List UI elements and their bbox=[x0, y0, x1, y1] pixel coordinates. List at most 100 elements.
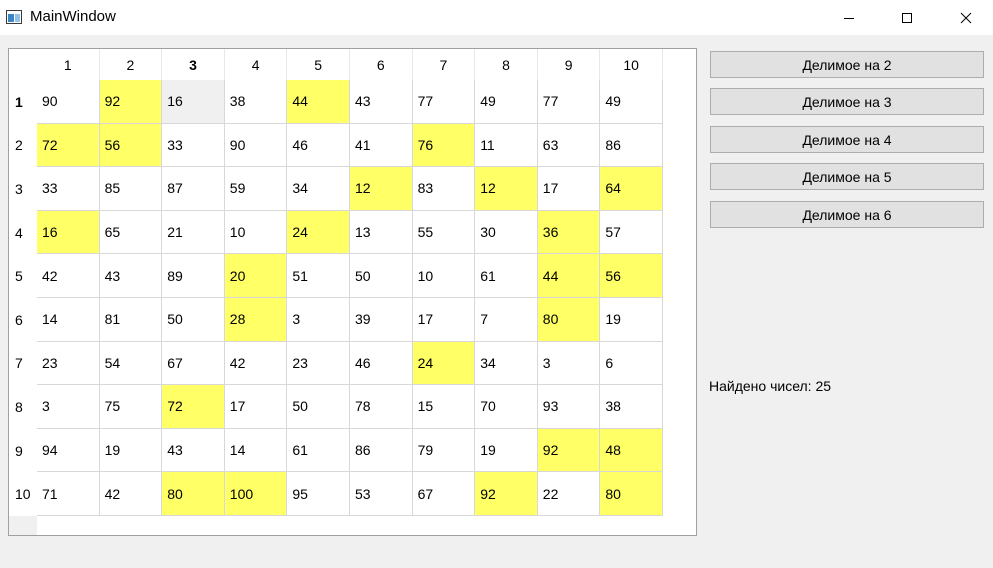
table-cell[interactable]: 76 bbox=[412, 123, 476, 168]
table-cell[interactable]: 43 bbox=[350, 80, 413, 124]
table-cell[interactable]: 19 bbox=[99, 428, 163, 473]
table-cell[interactable]: 49 bbox=[600, 80, 663, 124]
column-header-9[interactable]: 9 bbox=[537, 49, 601, 80]
column-header-7[interactable]: 7 bbox=[412, 49, 476, 80]
table-cell[interactable]: 59 bbox=[224, 167, 288, 211]
table-cell[interactable]: 42 bbox=[37, 254, 100, 298]
table-cell[interactable]: 77 bbox=[412, 80, 476, 124]
maximize-button[interactable] bbox=[884, 0, 930, 35]
table-cell[interactable]: 13 bbox=[350, 210, 413, 255]
row-header-1[interactable]: 1 bbox=[9, 80, 37, 124]
table-cell[interactable]: 86 bbox=[350, 428, 413, 473]
table-cell[interactable]: 43 bbox=[162, 428, 225, 473]
divisible-by-3-button[interactable]: Делимое на 3 bbox=[710, 88, 984, 115]
table-cell[interactable]: 64 bbox=[600, 167, 663, 211]
column-header-8[interactable]: 8 bbox=[475, 49, 538, 80]
divisible-by-2-button[interactable]: Делимое на 2 bbox=[710, 51, 984, 78]
table-cell[interactable]: 92 bbox=[537, 428, 601, 473]
table-cell[interactable]: 34 bbox=[287, 167, 350, 211]
table-cell[interactable]: 100 bbox=[224, 472, 288, 516]
table-cell[interactable]: 53 bbox=[350, 472, 413, 516]
table-cell[interactable]: 81 bbox=[99, 298, 163, 342]
table-cell[interactable]: 61 bbox=[475, 254, 538, 298]
table-cell[interactable]: 20 bbox=[224, 254, 288, 298]
table-cell[interactable]: 10 bbox=[224, 210, 288, 255]
table-cell[interactable]: 90 bbox=[37, 80, 100, 124]
table-cell[interactable]: 24 bbox=[412, 341, 476, 386]
table-cell[interactable]: 55 bbox=[412, 210, 476, 255]
table-cell[interactable]: 56 bbox=[99, 123, 163, 168]
table-cell[interactable]: 33 bbox=[162, 123, 225, 168]
divisible-by-5-button[interactable]: Делимое на 5 bbox=[710, 163, 984, 190]
row-header-7[interactable]: 7 bbox=[9, 341, 37, 386]
table-cell[interactable]: 7 bbox=[475, 298, 538, 342]
table-cell[interactable]: 16 bbox=[37, 210, 100, 255]
close-button[interactable] bbox=[943, 0, 989, 35]
table-cell[interactable]: 70 bbox=[475, 385, 538, 429]
table-cell[interactable]: 92 bbox=[99, 80, 163, 124]
table-cell[interactable]: 42 bbox=[99, 472, 163, 516]
table-cell[interactable]: 23 bbox=[37, 341, 100, 386]
table-cell[interactable]: 67 bbox=[412, 472, 476, 516]
column-header-6[interactable]: 6 bbox=[350, 49, 413, 80]
table-cell[interactable]: 50 bbox=[162, 298, 225, 342]
table-cell[interactable]: 57 bbox=[600, 210, 663, 255]
column-header-2[interactable]: 2 bbox=[99, 49, 163, 80]
table-cell[interactable]: 19 bbox=[600, 298, 663, 342]
table-cell[interactable]: 75 bbox=[99, 385, 163, 429]
row-header-10[interactable]: 10 bbox=[9, 472, 37, 516]
table-cell[interactable]: 80 bbox=[600, 472, 663, 516]
table-cell[interactable]: 3 bbox=[37, 385, 100, 429]
table-cell[interactable]: 46 bbox=[350, 341, 413, 386]
table-cell[interactable]: 3 bbox=[537, 341, 601, 386]
row-header-5[interactable]: 5 bbox=[9, 254, 37, 298]
table-cell[interactable]: 54 bbox=[99, 341, 163, 386]
column-header-1[interactable]: 1 bbox=[37, 49, 100, 80]
table-cell[interactable]: 39 bbox=[350, 298, 413, 342]
numbers-table[interactable]: 1 2 3 4 5 6 7 8 9 10 1 2 3 4 5 6 7 8 9 10 90 92 16 38 44 43 77 49 77… bbox=[8, 48, 697, 536]
table-cell[interactable]: 6 bbox=[600, 341, 663, 386]
table-cell[interactable]: 22 bbox=[537, 472, 601, 516]
table-cell[interactable]: 44 bbox=[287, 80, 350, 124]
table-cell[interactable]: 65 bbox=[99, 210, 163, 255]
table-cell[interactable]: 30 bbox=[475, 210, 538, 255]
table-cell[interactable]: 17 bbox=[412, 298, 476, 342]
column-header-3[interactable]: 3 bbox=[162, 49, 225, 80]
table-cell[interactable]: 12 bbox=[350, 167, 413, 211]
table-cell[interactable]: 49 bbox=[475, 80, 538, 124]
table-cell[interactable]: 36 bbox=[537, 210, 601, 255]
row-header-6[interactable]: 6 bbox=[9, 298, 37, 342]
table-cell[interactable]: 67 bbox=[162, 341, 225, 386]
table-cell[interactable]: 77 bbox=[537, 80, 601, 124]
table-cell[interactable]: 10 bbox=[412, 254, 476, 298]
row-header-4[interactable]: 4 bbox=[9, 210, 37, 255]
table-cell[interactable]: 51 bbox=[287, 254, 350, 298]
table-cell[interactable]: 42 bbox=[224, 341, 288, 386]
table-cell[interactable]: 72 bbox=[162, 385, 225, 429]
table-cell[interactable]: 79 bbox=[412, 428, 476, 473]
table-cell[interactable]: 78 bbox=[350, 385, 413, 429]
table-cell[interactable]: 19 bbox=[475, 428, 538, 473]
table-cell[interactable]: 85 bbox=[99, 167, 163, 211]
table-cell[interactable]: 28 bbox=[224, 298, 288, 342]
table-cell[interactable]: 12 bbox=[475, 167, 538, 211]
divisible-by-6-button[interactable]: Делимое на 6 bbox=[710, 201, 984, 228]
table-cell[interactable]: 46 bbox=[287, 123, 350, 168]
table-cell[interactable]: 14 bbox=[224, 428, 288, 473]
table-cell[interactable]: 15 bbox=[412, 385, 476, 429]
table-cell[interactable]: 48 bbox=[600, 428, 663, 473]
row-header-2[interactable]: 2 bbox=[9, 123, 37, 168]
table-cell[interactable]: 17 bbox=[224, 385, 288, 429]
table-cell[interactable]: 72 bbox=[37, 123, 100, 168]
table-corner-button[interactable] bbox=[9, 49, 37, 80]
table-cell[interactable]: 41 bbox=[350, 123, 413, 168]
table-cell[interactable]: 50 bbox=[350, 254, 413, 298]
table-cell[interactable]: 94 bbox=[37, 428, 100, 473]
table-cell[interactable]: 56 bbox=[600, 254, 663, 298]
row-header-9[interactable]: 9 bbox=[9, 428, 37, 473]
column-header-4[interactable]: 4 bbox=[224, 49, 288, 80]
table-cell[interactable]: 87 bbox=[162, 167, 225, 211]
table-cell[interactable]: 86 bbox=[600, 123, 663, 168]
table-cell[interactable]: 38 bbox=[224, 80, 288, 124]
table-cell[interactable]: 14 bbox=[37, 298, 100, 342]
